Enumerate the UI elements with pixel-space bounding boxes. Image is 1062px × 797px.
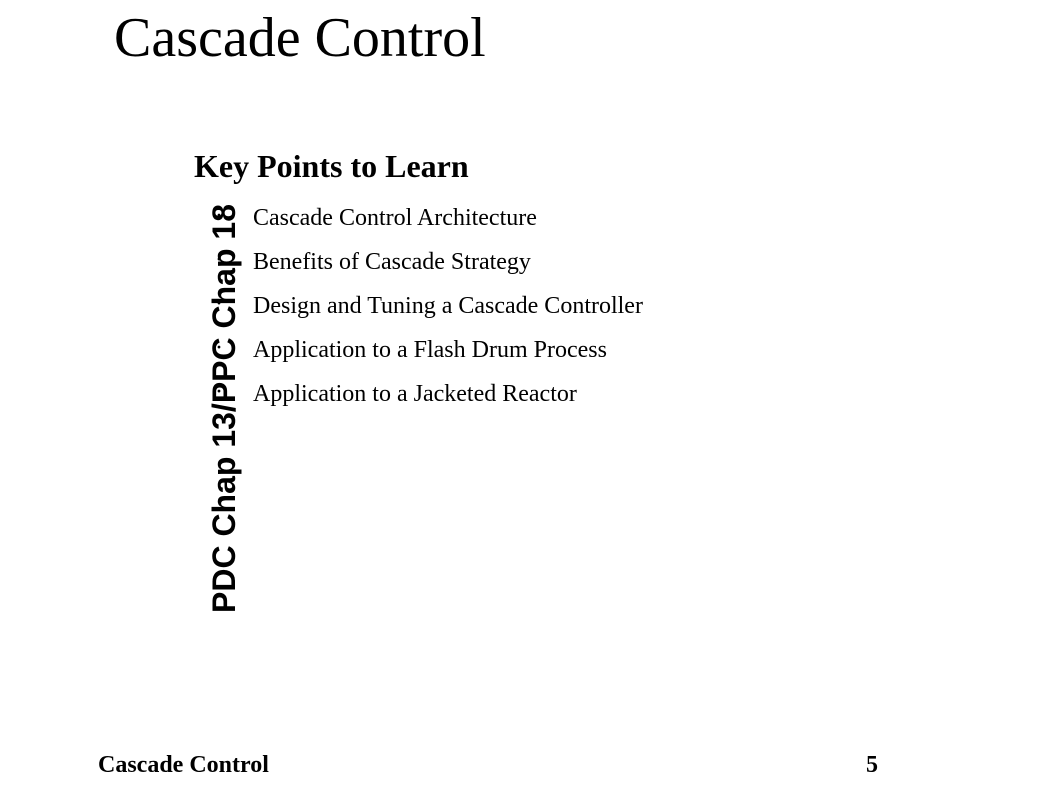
key-points-list: Cascade Control Architecture Benefits of… [215, 206, 643, 426]
list-item: Application to a Flash Drum Process [215, 338, 643, 362]
slide-title: Cascade Control [114, 6, 486, 70]
list-item: Design and Tuning a Cascade Controller [215, 294, 643, 318]
footer-title: Cascade Control [98, 752, 269, 779]
list-item: Cascade Control Architecture [215, 206, 643, 230]
list-item: Application to a Jacketed Reactor [215, 382, 643, 406]
page-number: 5 [866, 752, 878, 779]
section-heading: Key Points to Learn [194, 148, 469, 185]
list-item: Benefits of Cascade Strategy [215, 250, 643, 274]
